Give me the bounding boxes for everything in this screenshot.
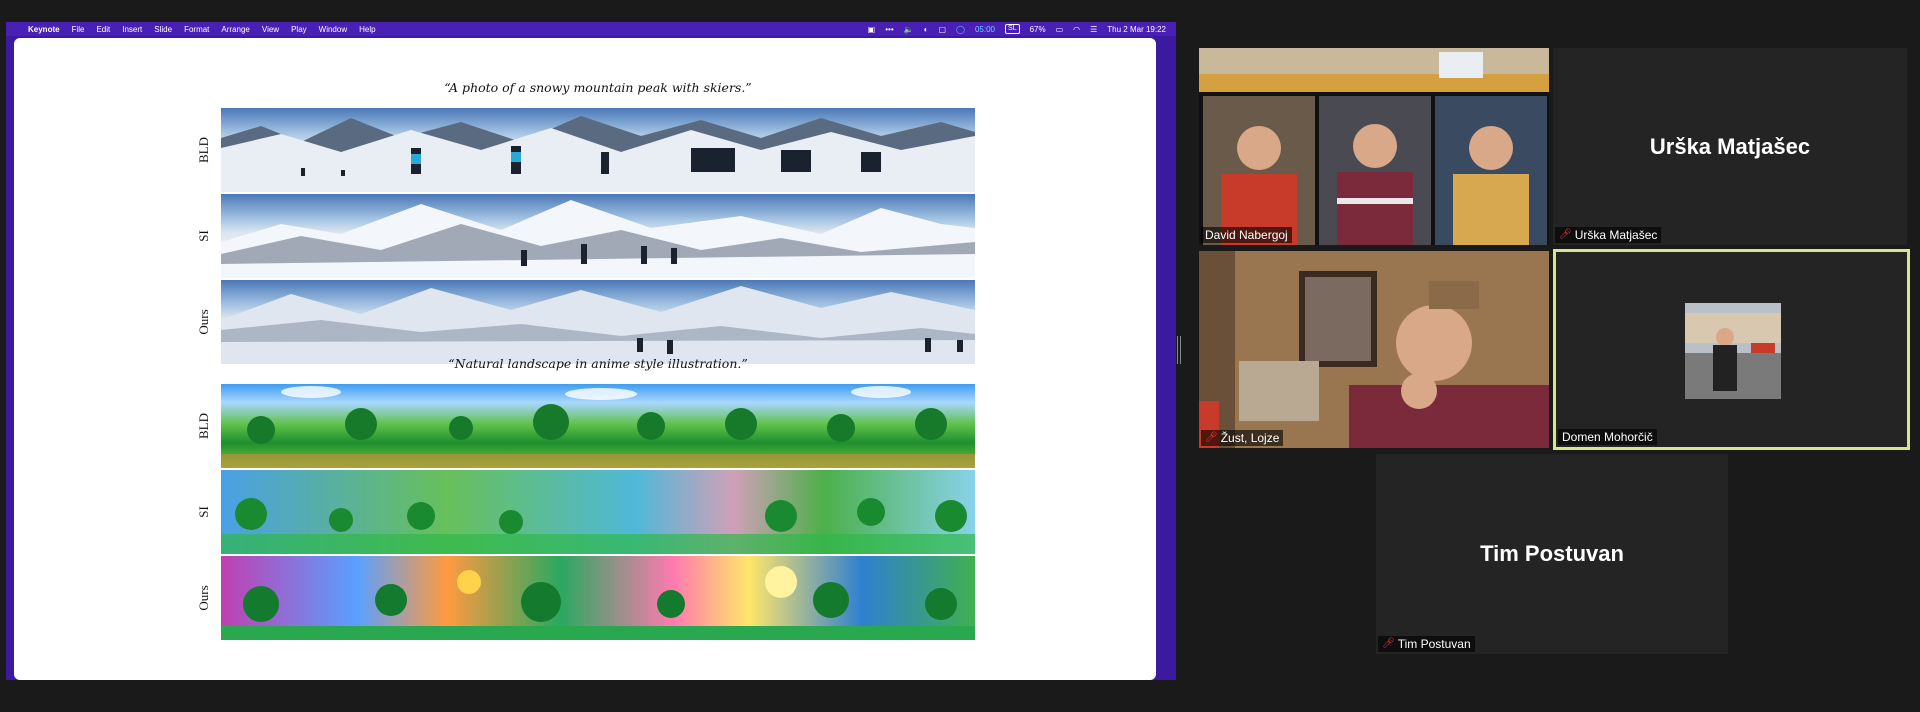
image-anime-bld xyxy=(221,384,975,468)
row-label-ours-2: Ours xyxy=(196,585,211,611)
participant-name-tim: Tim Postuvan xyxy=(1397,637,1471,651)
keynote-slide: “A photo of a snowy mountain peak with s… xyxy=(14,38,1156,680)
image-snowy-ours xyxy=(221,280,975,364)
muted-mic-icon: 🎤︎ xyxy=(1559,229,1572,240)
shared-screen: Keynote File Edit Insert Slide Format Ar… xyxy=(6,22,1176,680)
clock[interactable]: Thu 2 Mar 19:22 xyxy=(1107,25,1166,34)
video-tile-domen[interactable]: Domen Mohorčič xyxy=(1553,249,1910,450)
screen-record-icon[interactable]: ▣ xyxy=(868,25,876,34)
battery-icon[interactable]: ▭ xyxy=(1056,25,1064,34)
muted-mic-icon: 🎤︎ xyxy=(1382,638,1395,649)
participant-name-domen: Domen Mohorčič xyxy=(1558,429,1657,445)
shield-icon[interactable]: ◐ xyxy=(924,25,929,34)
timer-icon[interactable]: ◯ xyxy=(956,25,965,34)
image-anime-ours xyxy=(221,556,975,640)
caption-snowy: “A photo of a snowy mountain peak with s… xyxy=(444,80,752,95)
muted-mic-icon: 🎤︎ xyxy=(1205,432,1218,443)
avatar-domen xyxy=(1685,303,1781,399)
menu-view[interactable]: View xyxy=(262,25,279,34)
participant-name-zust: Žust, Lojze xyxy=(1220,431,1280,445)
video-feed-david xyxy=(1199,48,1549,245)
video-tile-david[interactable]: David Nabergoj xyxy=(1199,48,1549,245)
menu-edit[interactable]: Edit xyxy=(96,25,110,34)
participant-label-tim: 🎤︎ Tim Postuvan xyxy=(1378,636,1475,652)
participant-label-zust: 🎤︎ Žust, Lojze xyxy=(1201,430,1284,446)
caption-anime: “Natural landscape in anime style illust… xyxy=(448,356,748,371)
mac-menubar: Keynote File Edit Insert Slide Format Ar… xyxy=(6,22,1176,36)
zoom-meeting-window: Keynote File Edit Insert Slide Format Ar… xyxy=(0,0,1920,712)
row-label-si-1: SI xyxy=(196,230,211,242)
video-tile-urska[interactable]: Urška Matjašec 🎤︎ Urška Matjašec xyxy=(1553,48,1907,245)
battery-percent: 67% xyxy=(1029,24,1046,34)
menu-play[interactable]: Play xyxy=(291,25,307,34)
row-label-bld-1: BLD xyxy=(196,137,211,163)
volume-icon[interactable]: 🔈 xyxy=(904,25,914,34)
participant-name-urska: Urška Matjašec xyxy=(1574,228,1658,242)
menu-app-name[interactable]: Keynote xyxy=(28,25,60,34)
menu-file[interactable]: File xyxy=(72,25,85,34)
control-center-icon[interactable]: ☰ xyxy=(1090,25,1097,34)
row-label-bld-2: BLD xyxy=(196,413,211,439)
video-tile-tim[interactable]: Tim Postuvan 🎤︎ Tim Postuvan xyxy=(1376,454,1728,654)
row-label-ours-1: Ours xyxy=(196,309,211,335)
menu-arrange[interactable]: Arrange xyxy=(221,25,249,34)
input-language[interactable]: SL xyxy=(1005,24,1020,34)
row-label-si-2: SI xyxy=(196,506,211,518)
video-tile-zust[interactable]: 🎤︎ Žust, Lojze xyxy=(1199,251,1549,448)
display-icon[interactable]: ▢ xyxy=(938,25,946,34)
video-feed-zust xyxy=(1199,251,1549,448)
menubar-status-area: ▣ ••• 🔈 ◐ ▢ ◯ 05:00 SL 67% ▭ ◠ ☰ Thu 2 M… xyxy=(868,24,1166,34)
image-snowy-bld xyxy=(221,108,975,192)
image-anime-si xyxy=(221,470,975,554)
menu-slide[interactable]: Slide xyxy=(154,25,172,34)
timer-readout[interactable]: 05:00 xyxy=(975,25,995,34)
split-resize-handle[interactable] xyxy=(1177,336,1181,364)
more-icon[interactable]: ••• xyxy=(885,25,893,34)
participant-display-name-tim: Tim Postuvan xyxy=(1480,541,1624,566)
menu-format[interactable]: Format xyxy=(184,25,209,34)
participant-name-david: David Nabergoj xyxy=(1201,227,1292,243)
participant-display-name-urska: Urška Matjašec xyxy=(1649,134,1811,159)
image-snowy-si xyxy=(221,194,975,278)
menu-window[interactable]: Window xyxy=(319,25,347,34)
participant-label-urska: 🎤︎ Urška Matjašec xyxy=(1555,227,1662,243)
menu-help[interactable]: Help xyxy=(359,25,375,34)
menu-insert[interactable]: Insert xyxy=(122,25,142,34)
wifi-icon[interactable]: ◠ xyxy=(1073,25,1080,34)
